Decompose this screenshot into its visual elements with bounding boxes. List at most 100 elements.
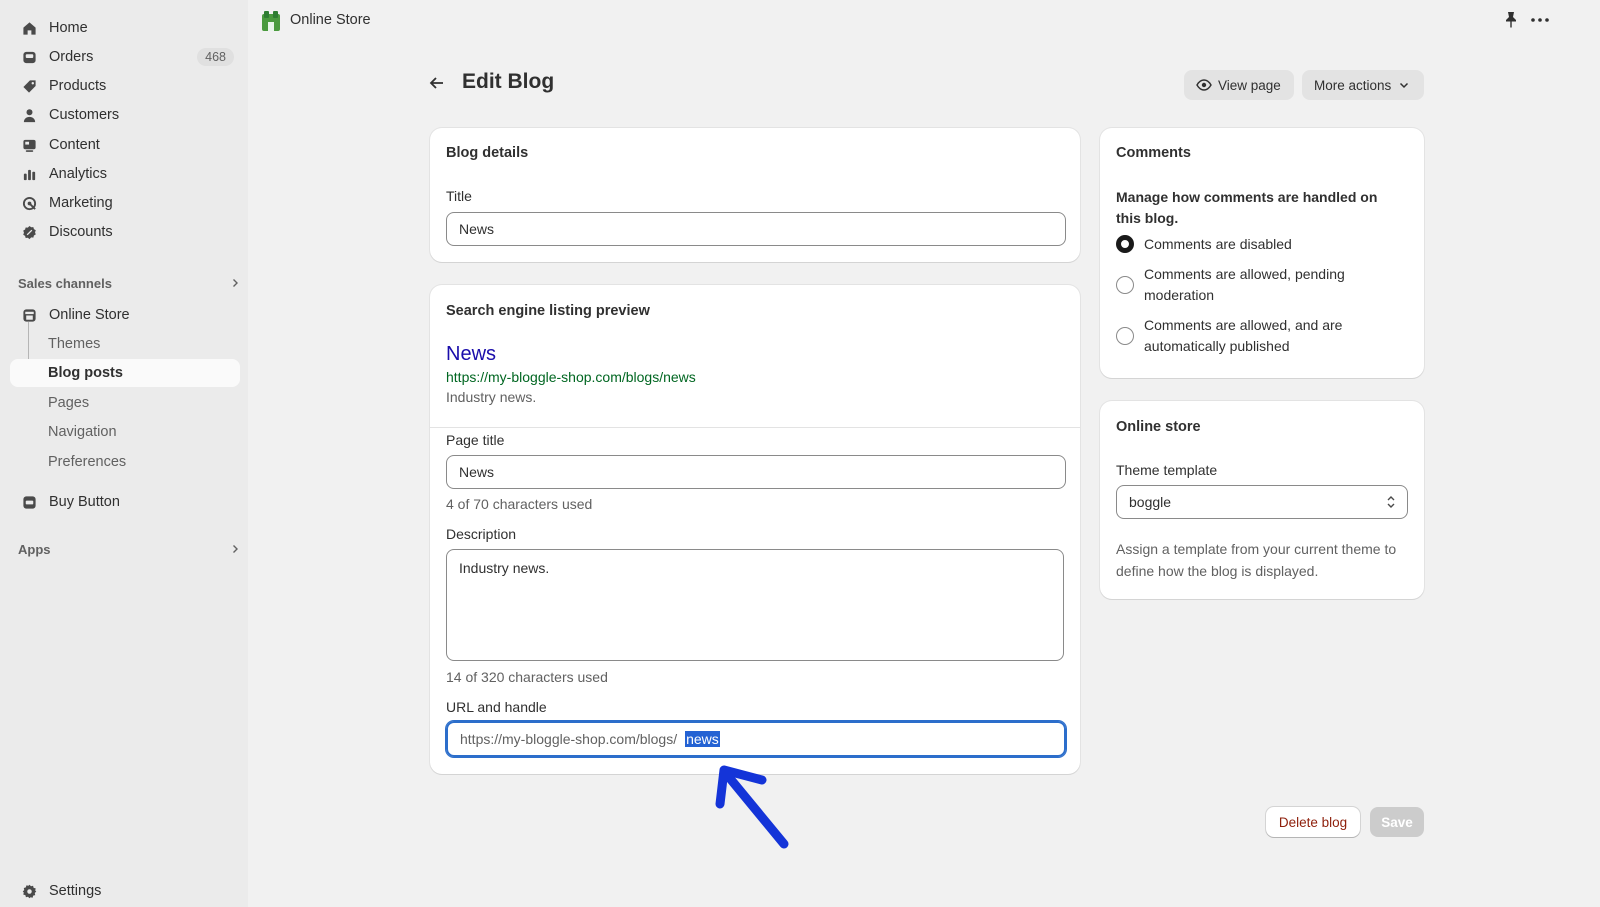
delete-blog-button[interactable]: Delete blog (1266, 807, 1360, 837)
sales-channels-label: Sales channels (18, 276, 112, 291)
nav-settings-label: Settings (49, 883, 102, 899)
nav-sub-blog-posts[interactable]: Blog posts (10, 359, 240, 387)
more-actions-button[interactable]: More actions (1302, 70, 1424, 100)
nav-sub-blog-posts-label: Blog posts (48, 365, 123, 381)
page-title-input-value: News (459, 464, 495, 480)
seo-divider (430, 427, 1080, 428)
page-title-label: Page title (446, 432, 505, 448)
online-store-help: Assign a template from your current them… (1116, 541, 1397, 579)
top-bar: Online Store (248, 0, 1600, 42)
save-button[interactable]: Save (1370, 807, 1424, 837)
home-icon (20, 19, 38, 37)
more-menu-icon[interactable] (1529, 12, 1551, 28)
nav-discounts[interactable]: Discounts (10, 218, 240, 246)
nav-sub-navigation-label: Navigation (48, 424, 117, 440)
target-icon (20, 194, 38, 212)
nav-sub-themes-label: Themes (48, 336, 101, 352)
store-icon (20, 306, 38, 324)
discount-icon (20, 223, 38, 241)
view-page-button[interactable]: View page (1184, 70, 1294, 100)
nav-customers-label: Customers (49, 107, 120, 123)
nav-sub-preferences-label: Preferences (48, 454, 127, 470)
nav-content[interactable]: Content (10, 131, 240, 159)
sidebar: Home Orders 468 Products Customers Conte… (0, 0, 248, 907)
select-arrows-icon (1385, 494, 1397, 510)
nav-sub-preferences[interactable]: Preferences (10, 448, 240, 476)
nav-buy-button-label: Buy Button (49, 494, 120, 510)
title-input-value: News (459, 221, 495, 237)
view-page-label: View page (1218, 77, 1281, 93)
comments-option-published[interactable]: Comments are allowed, and are automatica… (1116, 315, 1374, 357)
nav-sub-pages[interactable]: Pages (10, 389, 240, 417)
nav-products[interactable]: Products (10, 72, 240, 100)
apps-header[interactable]: Apps (18, 542, 240, 557)
description-label: Description (446, 526, 517, 542)
radio-button[interactable] (1116, 276, 1134, 294)
more-actions-label: More actions (1314, 77, 1392, 93)
content-icon (20, 136, 38, 154)
seo-heading: Search engine listing preview (446, 303, 650, 319)
comments-option-label: Comments are disabled (1144, 236, 1292, 252)
comments-heading: Comments (1116, 145, 1191, 161)
annotation-arrow-icon (715, 765, 789, 849)
nav-settings[interactable]: Settings (10, 877, 240, 905)
title-input[interactable]: News (446, 212, 1066, 246)
apps-label: Apps (18, 542, 51, 557)
nav-analytics[interactable]: Analytics (10, 160, 240, 188)
nav-customers[interactable]: Customers (10, 101, 240, 129)
seo-preview-title: News (446, 343, 497, 365)
chevron-right-icon (230, 276, 240, 291)
nav-sub-navigation[interactable]: Navigation (10, 418, 240, 446)
title-label: Title (446, 188, 472, 204)
page-title-help: 4 of 70 characters used (446, 496, 593, 512)
pin-icon[interactable] (1503, 11, 1519, 29)
sales-channels-header[interactable]: Sales channels (18, 276, 240, 291)
description-textarea[interactable]: Industry news. (446, 549, 1064, 661)
description-help: 14 of 320 characters used (446, 669, 608, 685)
page-title-input[interactable]: News (446, 455, 1066, 489)
radio-button-checked[interactable] (1116, 235, 1134, 253)
bar-chart-icon (20, 165, 38, 183)
online-store-logo-icon (262, 11, 280, 31)
nav-orders[interactable]: Orders 468 (10, 43, 240, 71)
radio-button[interactable] (1116, 327, 1134, 345)
eye-icon (1196, 79, 1212, 91)
description-textarea-value: Industry news. (459, 560, 550, 576)
blog-details-heading: Blog details (446, 145, 529, 161)
url-handle-input[interactable]: https://my-bloggle-shop.com/blogs/ news (446, 721, 1066, 757)
nav-home[interactable]: Home (10, 14, 240, 42)
tag-icon (20, 77, 38, 95)
comments-option-label: Comments are allowed, pending moderation (1144, 266, 1345, 303)
url-handle-selected-text[interactable]: news (685, 731, 720, 747)
nav-online-store[interactable]: Online Store (10, 301, 240, 329)
nav-content-label: Content (49, 137, 100, 153)
nav-marketing[interactable]: Marketing (10, 189, 240, 217)
url-prefix: https://my-bloggle-shop.com/blogs/ (460, 731, 678, 747)
theme-template-select[interactable]: boggle (1116, 485, 1408, 519)
nav-sub-themes[interactable]: Themes (10, 330, 240, 358)
topbar-title: Online Store (290, 12, 371, 28)
nav-discounts-label: Discounts (49, 224, 113, 240)
chevron-down-icon (1399, 80, 1409, 90)
back-arrow-icon[interactable] (428, 74, 446, 92)
comments-option-disabled[interactable]: Comments are disabled (1116, 234, 1374, 255)
nav-analytics-label: Analytics (49, 166, 108, 182)
url-handle-label: URL and handle (446, 699, 547, 715)
online-store-heading: Online store (1116, 419, 1201, 435)
buy-button-icon (20, 493, 38, 511)
person-icon (20, 106, 38, 124)
nav-marketing-label: Marketing (49, 195, 113, 211)
orders-count-badge: 468 (197, 48, 234, 66)
comments-option-moderated[interactable]: Comments are allowed, pending moderation (1116, 264, 1374, 306)
nav-buy-button[interactable]: Buy Button (10, 488, 240, 516)
theme-template-label: Theme template (1116, 462, 1218, 478)
nav-orders-label: Orders (49, 49, 94, 65)
nav-online-store-label: Online Store (49, 307, 130, 323)
chevron-right-icon (230, 542, 240, 557)
nav-sub-pages-label: Pages (48, 395, 90, 411)
comments-description: Manage how comments are handled on this … (1116, 189, 1378, 226)
theme-template-value: boggle (1129, 494, 1172, 510)
gear-icon (20, 882, 38, 900)
seo-preview-url: https://my-bloggle-shop.com/blogs/news (446, 369, 696, 385)
comments-option-label: Comments are allowed, and are automatica… (1144, 317, 1343, 354)
